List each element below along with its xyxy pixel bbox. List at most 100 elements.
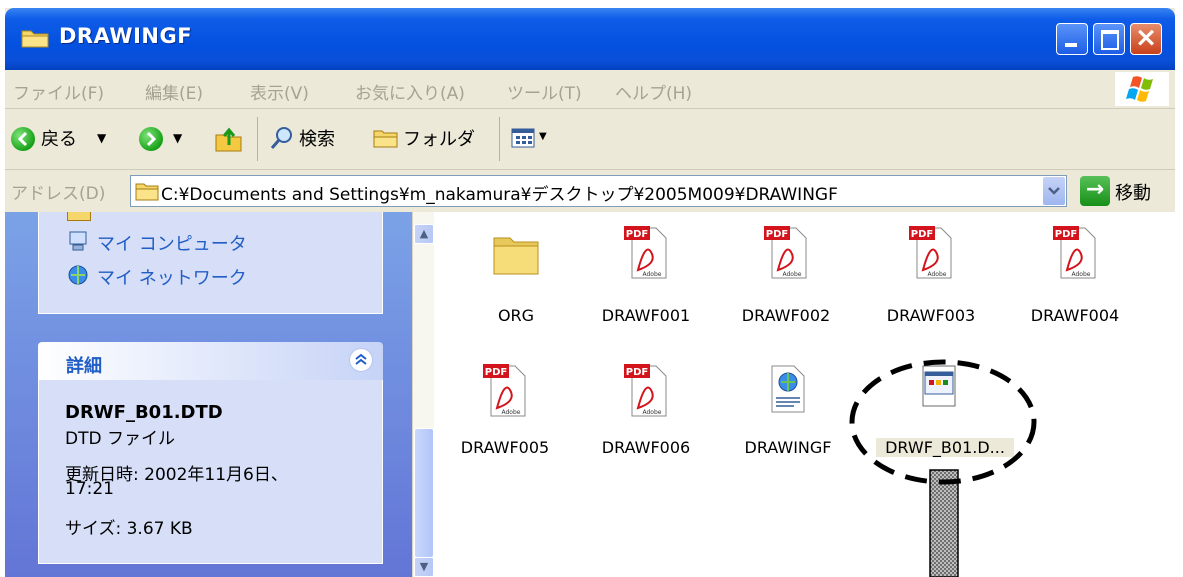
pdf-icon: PDF Adobe [764,226,807,279]
menu-tools[interactable]: ツール(T) [507,79,582,104]
html-doc-icon [771,365,805,413]
pdf-icon: PDF Adobe [1053,226,1096,279]
svg-text:PDF: PDF [626,229,648,240]
pdf-icon: PDF Adobe [624,364,667,417]
sidebar-item-my-network[interactable]: マイ ネットワーク [97,264,247,290]
forward-button[interactable]: ▼ [139,125,199,153]
title-bar[interactable]: DRAWINGF × [5,8,1175,70]
file-label: DRAWF003 [886,306,976,325]
views-button[interactable]: ▼ [511,125,555,153]
list-item-pdf[interactable]: PDF Adobe DRAWF006 [581,362,711,462]
details-panel-header[interactable]: 詳細 [38,342,383,380]
forward-dropdown-icon[interactable]: ▼ [173,131,182,145]
views-dropdown-icon: ▼ [539,131,547,142]
scroll-thumb[interactable] [414,428,434,558]
close-button[interactable]: × [1130,22,1162,55]
windows-logo [1115,72,1169,106]
svg-text:PDF: PDF [485,367,507,378]
file-label: DRAWF006 [601,438,691,457]
up-folder-button[interactable] [213,123,245,155]
file-label: DRAWF001 [601,306,691,325]
file-label: DRAWF002 [741,306,831,325]
go-arrow-icon: → [1085,177,1105,202]
address-label: アドレス(D) [11,184,106,204]
svg-text:PDF: PDF [911,229,933,240]
svg-text:Adobe: Adobe [502,409,521,416]
my-computer-icon [69,231,87,251]
file-label: DRAWF004 [1030,306,1120,325]
svg-text:PDF: PDF [626,367,648,378]
minimize-button[interactable] [1056,23,1088,55]
folders-icon [373,130,398,148]
menu-edit[interactable]: 編集(E) [145,79,203,104]
my-network-icon [68,265,88,285]
explorer-window: DRAWINGF × ファイル(F) 編集(E) 表示(V) お気に入り(A) … [5,8,1175,577]
toolbar-separator [257,117,258,161]
search-icon [270,127,292,149]
search-label: 検索 [299,129,335,150]
task-pane-scrollbar[interactable]: ▲ ▼ [412,212,434,577]
collapse-button[interactable] [349,348,373,372]
scroll-up-button[interactable]: ▲ [414,224,434,244]
svg-text:Adobe: Adobe [928,271,947,278]
list-item-folder[interactable]: ORG [451,224,581,325]
address-bar: アドレス(D) C:¥Documents and Settings¥m_naka… [5,171,1175,211]
folder-icon [21,30,49,48]
task-pane: マイ コンピュータ マイ ネットワーク 詳細 DRWF_B01.DTD DTD … [5,212,430,577]
back-arrow-icon [11,127,35,151]
file-label: DRAWINGF [744,438,832,457]
folder-icon [135,183,159,201]
back-dropdown-icon[interactable]: ▼ [97,131,106,145]
menu-file[interactable]: ファイル(F) [13,79,104,104]
up-folder-icon [215,127,242,152]
list-item-pdf[interactable]: PDF Adobe DRAWF002 [721,224,851,325]
list-item-html[interactable]: DRAWINGF [723,362,853,462]
folder-icon [67,212,91,221]
svg-text:PDF: PDF [766,229,788,240]
pdf-icon: PDF Adobe [624,226,667,279]
folders-label: フォルダ [403,129,475,150]
views-icon [511,128,535,148]
address-path: C:¥Documents and Settings¥m_nakamura¥デスク… [161,185,838,205]
other-places-panel [38,212,383,314]
toolbar-separator [499,117,500,161]
list-item-pdf[interactable]: PDF Adobe DRAWF005 [440,362,570,462]
file-label: DRWF_B01.D... [876,438,1014,457]
details-file-name: DRWF_B01.DTD [65,402,223,423]
menu-help[interactable]: ヘルプ(H) [615,79,692,104]
address-field[interactable]: C:¥Documents and Settings¥m_nakamura¥デスク… [130,175,1067,207]
menu-favorites[interactable]: お気に入り(A) [355,79,465,104]
details-size: サイズ: 3.67 KB [65,519,193,539]
svg-text:Adobe: Adobe [643,409,662,416]
close-icon: × [1134,22,1158,53]
forward-arrow-icon [139,127,163,151]
search-button[interactable]: 検索 [269,123,359,155]
file-label: ORG [497,306,535,325]
svg-text:Adobe: Adobe [1072,271,1091,278]
sidebar-item-my-computer[interactable]: マイ コンピュータ [97,230,247,256]
chevron-down-icon [1048,187,1060,195]
details-file-type: DTD ファイル [65,429,175,449]
list-item-pdf[interactable]: PDF Adobe DRAWF004 [1010,224,1140,325]
list-item-pdf[interactable]: PDF Adobe DRAWF003 [866,224,996,325]
file-list: ORG PDF Adobe DRAWF001 PDF Adobe DRAWF00… [434,212,1175,577]
svg-text:PDF: PDF [1055,229,1077,240]
details-title: 詳細 [66,356,102,377]
list-item-dtd-selected[interactable]: DRWF_B01.D... [866,362,1020,462]
folders-button[interactable]: フォルダ [373,123,493,155]
go-label[interactable]: 移動 [1115,179,1151,205]
back-label: 戻る [41,129,77,150]
back-button[interactable]: 戻る ▼ [11,125,121,153]
list-item-pdf[interactable]: PDF Adobe DRAWF001 [581,224,711,325]
svg-text:Adobe: Adobe [643,271,662,278]
go-button[interactable]: → [1080,176,1110,206]
scroll-down-button[interactable]: ▼ [414,557,434,577]
details-panel: DRWF_B01.DTD DTD ファイル 更新日時: 2002年11月6日、 … [38,380,383,564]
address-dropdown-button[interactable] [1043,177,1065,205]
maximize-button[interactable] [1093,23,1125,55]
windows-flag-icon [1126,76,1153,102]
menu-view[interactable]: 表示(V) [250,79,309,104]
pdf-icon: PDF Adobe [483,364,526,417]
pdf-icon: PDF Adobe [909,226,952,279]
chevron-up-icon: ▲ [419,227,429,240]
